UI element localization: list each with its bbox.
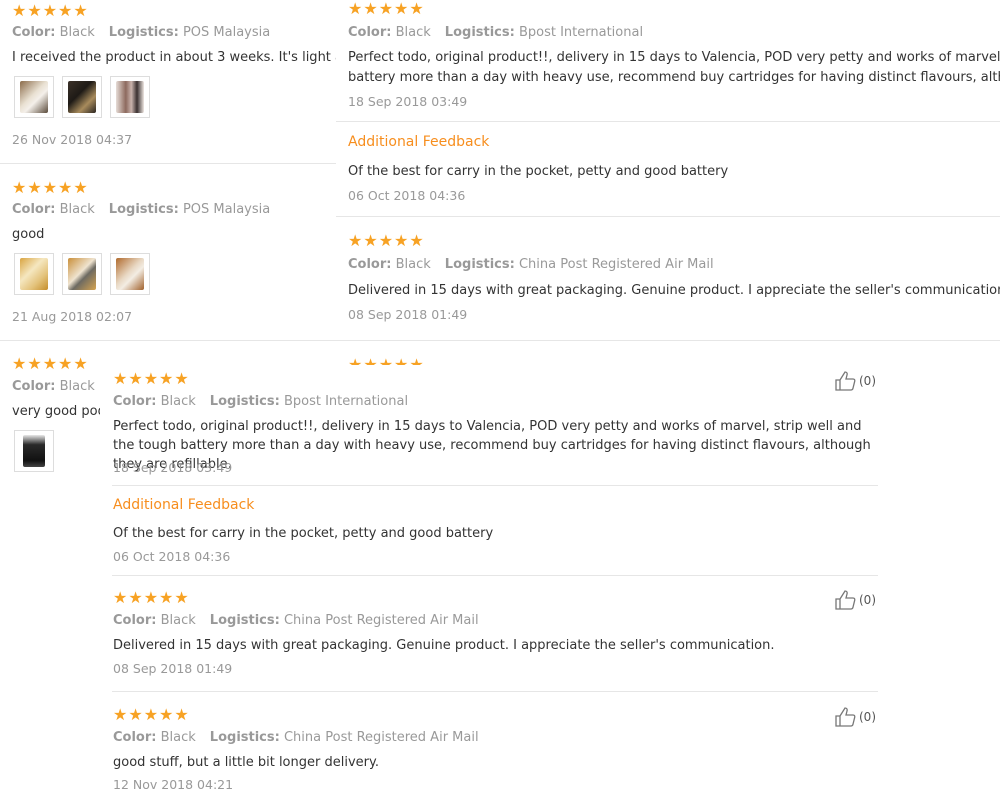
logistics-value: China Post Registered Air Mail <box>518 257 714 272</box>
helpful-vote[interactable]: (0) <box>835 371 876 391</box>
additional-feedback-text: Of the best for carry in the pocket, pet… <box>348 164 729 179</box>
review-text: Delivered in 15 days with great packagin… <box>113 638 775 653</box>
thumbs-up-icon <box>835 371 856 391</box>
review-date: 21 Aug 2018 02:07 <box>12 309 133 324</box>
helpful-vote[interactable]: (0) <box>835 590 876 610</box>
review-meta: Color: Black Logistics: Bpost Internation… <box>113 394 409 409</box>
review-text: good <box>12 227 45 242</box>
rating-stars: ★★★★★ <box>113 705 190 724</box>
rating-stars: ★★★★★ <box>348 0 425 18</box>
review-photo-thumbnail[interactable] <box>62 76 102 118</box>
review-meta: Color: Black Logistics: POS Malaysia <box>12 202 271 217</box>
review-photo-thumbnail[interactable] <box>14 430 54 472</box>
review-date: 08 Sep 2018 01:49 <box>348 307 468 322</box>
color-value: Black <box>59 25 95 40</box>
like-count: (0) <box>859 593 876 607</box>
additional-feedback-text: Of the best for carry in the pocket, pet… <box>113 526 494 541</box>
color-value: Black <box>395 25 431 40</box>
review-photos <box>14 76 150 118</box>
rating-stars: ★★★★★ <box>12 1 89 20</box>
additional-feedback-date: 06 Oct 2018 04:36 <box>348 188 466 203</box>
review-photo-thumbnail[interactable] <box>62 253 102 295</box>
review-meta: Color: Black Logistics: China Post Regist… <box>113 613 479 628</box>
logistics-value: POS Malaysia <box>182 25 271 40</box>
divider <box>336 216 1000 217</box>
review-date: 08 Sep 2018 01:49 <box>113 661 233 676</box>
logistics-value: Bpost International <box>518 25 644 40</box>
rating-stars: ★★★★★ <box>348 231 425 250</box>
helpful-vote[interactable]: (0) <box>835 707 876 727</box>
review-meta: Color: Black Logistics: China Post Regist… <box>348 257 714 272</box>
divider <box>0 340 336 341</box>
review-text: Delivered in 15 days with great packagin… <box>348 283 1000 298</box>
rating-stars: ★★★★★ <box>113 588 190 607</box>
color-value: Black <box>160 613 196 628</box>
review-meta: Color: Black Logistics: POS Malaysia <box>12 25 271 40</box>
review-text: good stuff, but a little bit longer deli… <box>113 755 379 770</box>
right-review-panel: ★★★★★ Color: Black Logistics: Bpost Inter… <box>336 0 1000 400</box>
additional-feedback-date: 06 Oct 2018 04:36 <box>113 549 231 564</box>
divider <box>336 340 1000 341</box>
thumbs-up-icon <box>835 707 856 727</box>
review-photo-thumbnail[interactable] <box>110 253 150 295</box>
review-date: 26 Nov 2018 04:37 <box>12 132 133 147</box>
divider <box>112 575 878 576</box>
thumbs-up-icon <box>835 590 856 610</box>
color-value: Black <box>59 202 95 217</box>
review-photos <box>14 430 54 472</box>
logistics-value: China Post Registered Air Mail <box>283 730 479 745</box>
logistics-value: Bpost International <box>283 394 409 409</box>
rating-stars: ★★★★★ <box>12 354 89 373</box>
review-text-line: Perfect todo, original product!!, delive… <box>348 50 1000 65</box>
divider <box>336 121 1000 122</box>
color-value: Black <box>160 730 196 745</box>
front-review-panel: ★★★★★ (0) Color: Black Logistics: Bpost I… <box>100 365 890 800</box>
review-date: 18 Sep 2018 03:49 <box>348 94 468 109</box>
logistics-value: China Post Registered Air Mail <box>283 613 479 628</box>
logistics-value: POS Malaysia <box>182 202 271 217</box>
review-meta: Color: Black Logistics: China Post Regist… <box>113 730 479 745</box>
review-meta: Color: Black Logistics: Bpost Internation… <box>348 25 644 40</box>
divider <box>0 163 336 164</box>
additional-feedback-title: Additional Feedback <box>113 497 255 513</box>
review-photo-thumbnail[interactable] <box>14 76 54 118</box>
review-photo-thumbnail[interactable] <box>14 253 54 295</box>
additional-feedback-title: Additional Feedback <box>348 134 490 150</box>
review-photos <box>14 253 150 295</box>
review-text: I received the product in about 3 weeks.… <box>12 50 336 65</box>
like-count: (0) <box>859 710 876 724</box>
color-value: Black <box>160 394 196 409</box>
rating-stars: ★★★★★ <box>12 178 89 197</box>
like-count: (0) <box>859 374 876 388</box>
color-value: Black <box>59 379 95 394</box>
review-date: 18 Sep 2018 03:49 <box>113 460 233 475</box>
rating-stars: ★★★★★ <box>113 369 190 388</box>
review-photo-thumbnail[interactable] <box>110 76 150 118</box>
divider <box>112 691 878 692</box>
divider <box>112 485 878 486</box>
color-value: Black <box>395 257 431 272</box>
review-text-line: battery more than a day with heavy use, … <box>348 70 1000 85</box>
review-date: 12 Nov 2018 04:21 <box>113 777 234 792</box>
